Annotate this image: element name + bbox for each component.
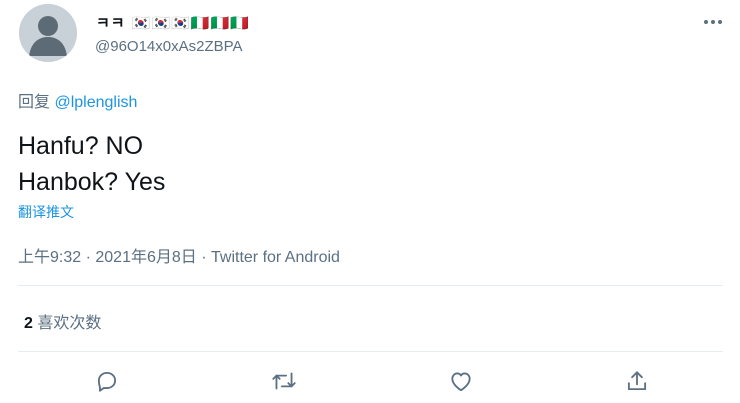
more-options-icon[interactable] [701,10,725,34]
likes-count: 2 [24,315,33,332]
tweet-line-2: Hanbok? Yes [18,168,166,196]
avatar[interactable] [19,4,77,62]
tweet-source[interactable]: Twitter for Android [211,249,340,266]
divider [18,351,723,352]
tweet-line-1: Hanfu? NO [18,132,144,160]
reply-icon[interactable] [92,366,122,396]
reply-context: 回复 @lplenglish [18,88,137,112]
meta-separator: · [196,249,211,266]
like-icon[interactable] [446,366,476,396]
likes-label: 喜欢次数 [32,315,102,332]
reply-to-link[interactable]: @lplenglish [54,94,137,111]
meta-separator: · [81,249,96,266]
default-avatar-icon [19,4,77,62]
tweet-text: Hanfu? NO Hanbok? Yes [18,128,165,200]
likes-stat[interactable]: 2 喜欢次数 [24,309,101,333]
share-icon[interactable] [622,366,652,396]
tweet-meta: 上午9:32 · 2021年6月8日 · Twitter for Android [18,243,340,267]
tweet-time[interactable]: 上午9:32 [18,249,81,266]
user-handle[interactable]: @96O14x0xAs2ZBPA [95,38,243,55]
reply-prefix: 回复 [18,94,55,111]
translate-tweet-link[interactable]: 翻译推文 [18,202,74,222]
display-name[interactable]: ㅋㅋ 🇰🇷🇰🇷🇰🇷🇮🇹🇮🇹🇮🇹 [96,12,250,33]
tweet-date[interactable]: 2021年6月8日 [95,249,196,266]
divider [18,285,723,286]
retweet-icon[interactable] [269,366,299,396]
